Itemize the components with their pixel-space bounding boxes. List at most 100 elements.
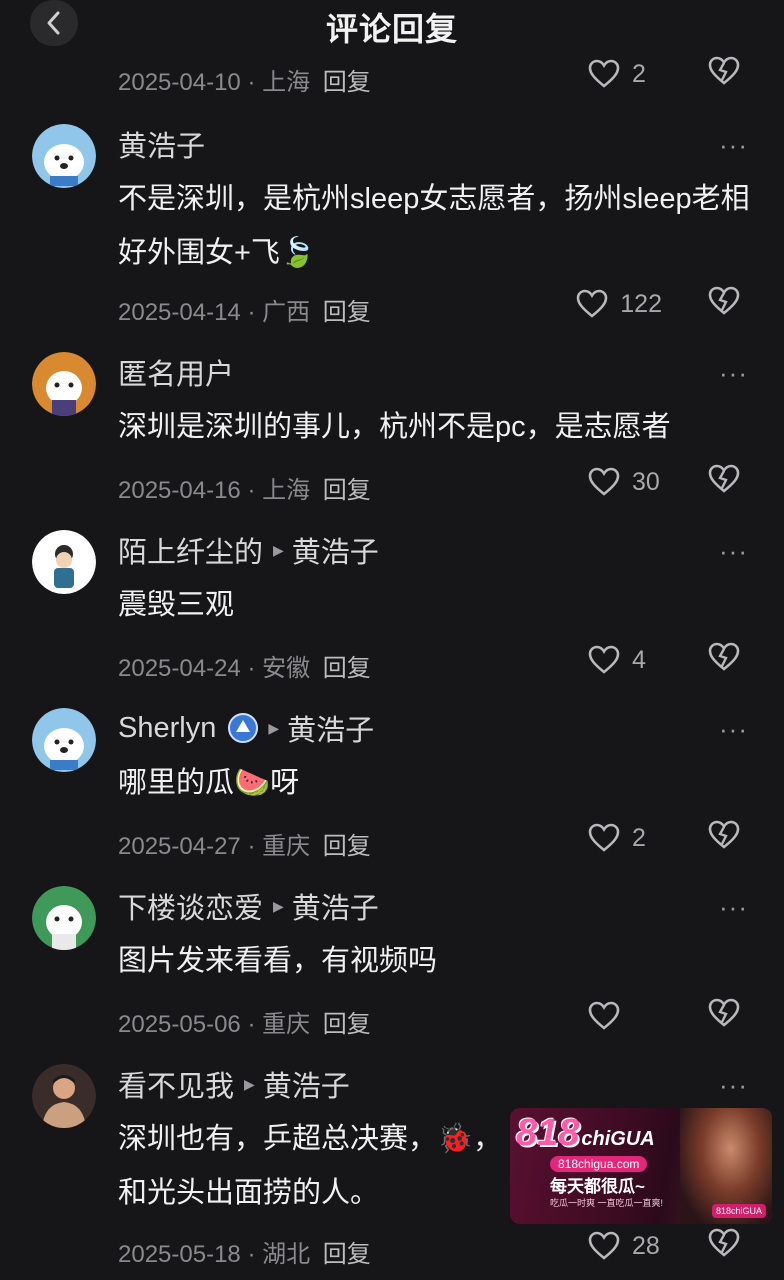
like-button[interactable]: 4	[588, 642, 662, 678]
heart-icon	[588, 823, 620, 852]
watermark-ad-banner[interactable]: 818 chiGUA 818chigua.com 每天都很瓜~ 吃瓜一时爽 一直吃…	[510, 1108, 772, 1224]
comment-item: 黄浩子 ··· 不是深圳，是杭州sleep女志愿者，扬州sleep老相好外围女+…	[0, 124, 784, 334]
more-options-button[interactable]: ···	[719, 1070, 748, 1101]
reply-target[interactable]: 黄浩子	[263, 1063, 350, 1105]
dislike-button[interactable]	[708, 286, 740, 321]
reply-arrow-icon: ▶	[268, 719, 280, 736]
username[interactable]: 看不见我	[118, 1063, 234, 1105]
comment-date: 2025-04-10	[118, 69, 241, 96]
like-count: 4	[632, 645, 646, 674]
reply-target[interactable]: 黄浩子	[292, 529, 379, 571]
page-title: 评论回复	[325, 11, 458, 47]
dislike-button[interactable]	[708, 820, 740, 855]
username[interactable]: 陌上纤尘的	[118, 529, 263, 571]
avatar[interactable]	[32, 530, 96, 594]
username[interactable]: Sherlyn	[118, 712, 216, 745]
dislike-button[interactable]	[708, 56, 740, 91]
avatar[interactable]	[32, 886, 96, 950]
username[interactable]: 匿名用户	[118, 351, 234, 393]
comment-location: 广西	[262, 299, 311, 326]
broken-heart-icon	[708, 286, 740, 315]
heart-icon	[588, 467, 620, 496]
separator-dot: ·	[247, 1011, 256, 1038]
separator-dot: ·	[247, 655, 256, 682]
reply-button[interactable]: 回复	[323, 69, 371, 96]
separator-dot: ·	[247, 299, 256, 326]
heart-icon	[588, 1231, 620, 1260]
comment-text-line: 深圳也有，乒超总决赛，🐞，	[118, 1123, 503, 1155]
comment-date: 2025-04-24	[118, 655, 241, 682]
avatar[interactable]	[32, 708, 96, 772]
dislike-button[interactable]	[708, 642, 740, 677]
broken-heart-icon	[708, 464, 740, 493]
separator-dot: ·	[247, 1241, 256, 1268]
avatar[interactable]	[32, 1064, 96, 1128]
comment-item: Sherlyn ▶ 黄浩子 ··· 哪里的瓜🍉呀 2025-04-27 · 重庆…	[0, 707, 784, 860]
ad-slogan: 每天都很瓜~	[550, 1177, 645, 1196]
like-button[interactable]: 28	[588, 1228, 662, 1264]
comment-date: 2025-04-27	[118, 833, 241, 860]
comment-item: 下楼谈恋爱 ▶ 黄浩子 ··· 图片发来看看，有视频吗 2025-05-06 ·…	[0, 885, 784, 1038]
comment-location: 重庆	[262, 1011, 311, 1038]
reply-button[interactable]: 回复	[323, 833, 371, 860]
heart-icon	[588, 1001, 620, 1030]
comment-item: 陌上纤尘的 ▶ 黄浩子 ··· 震毁三观 2025-04-24 · 安徽 回复 …	[0, 529, 784, 682]
more-options-button[interactable]: ···	[719, 892, 748, 923]
comment-date: 2025-05-18	[118, 1241, 241, 1268]
more-options-button[interactable]: ···	[719, 536, 748, 567]
reply-arrow-icon: ▶	[273, 897, 284, 914]
more-options-button[interactable]: ···	[719, 358, 748, 389]
username[interactable]: 下楼谈恋爱	[118, 885, 263, 927]
ad-logo: 818 chiGUA	[516, 1112, 655, 1154]
comment-location: 上海	[262, 477, 311, 504]
like-button[interactable]	[588, 998, 662, 1034]
header: 评论回复	[0, 0, 784, 48]
ad-subtext: 吃瓜一时爽 一直吃瓜一直爽!	[550, 1198, 664, 1208]
reply-button[interactable]: 回复	[323, 299, 371, 326]
heart-icon	[588, 645, 620, 674]
broken-heart-icon	[708, 56, 740, 85]
avatar[interactable]	[32, 352, 96, 416]
username[interactable]: 黄浩子	[118, 123, 205, 165]
more-options-button[interactable]: ···	[719, 714, 748, 745]
reply-target[interactable]: 黄浩子	[292, 885, 379, 927]
like-count: 2	[632, 59, 646, 88]
reply-button[interactable]: 回复	[323, 477, 371, 504]
comment-text-line: 和光头出面捞的人。	[118, 1177, 380, 1209]
separator-dot: ·	[247, 477, 256, 504]
comment-item: 匿名用户 ··· 深圳是深圳的事儿，杭州不是pc，是志愿者 2025-04-16…	[0, 351, 784, 504]
dislike-button[interactable]	[708, 998, 740, 1033]
separator-dot: ·	[247, 833, 256, 860]
heart-icon	[588, 59, 620, 88]
comment-date: 2025-04-14	[118, 299, 241, 326]
like-count: 2	[632, 823, 646, 852]
top-meta-row: 2025-04-10 · 上海 回复 2	[118, 54, 784, 96]
like-button[interactable]: 2	[588, 56, 662, 92]
like-button[interactable]: 30	[588, 464, 662, 500]
verified-badge-icon	[228, 713, 259, 743]
comment-location: 湖北	[262, 1241, 311, 1268]
ad-tag: 818chiGUA	[711, 1204, 766, 1218]
reply-arrow-icon: ▶	[244, 1075, 255, 1092]
comment-location: 安徽	[262, 655, 311, 682]
like-button[interactable]: 2	[588, 820, 662, 856]
more-options-button[interactable]: ···	[719, 130, 748, 161]
dislike-button[interactable]	[708, 1228, 740, 1263]
comment-date: 2025-05-06	[118, 1011, 241, 1038]
heart-icon	[576, 289, 608, 318]
broken-heart-icon	[708, 820, 740, 849]
reply-target[interactable]: 黄浩子	[287, 707, 374, 749]
reply-button[interactable]: 回复	[323, 1241, 371, 1268]
dislike-button[interactable]	[708, 464, 740, 499]
like-count: 28	[632, 1231, 660, 1260]
like-button[interactable]: 122	[576, 286, 662, 322]
reply-button[interactable]: 回复	[323, 655, 371, 682]
comment-location: 重庆	[262, 833, 311, 860]
reply-arrow-icon: ▶	[273, 541, 284, 558]
broken-heart-icon	[708, 642, 740, 671]
ad-url: 818chigua.com	[550, 1156, 648, 1172]
reply-button[interactable]: 回复	[323, 1011, 371, 1038]
broken-heart-icon	[708, 1228, 740, 1257]
avatar[interactable]	[32, 124, 96, 188]
like-count: 30	[632, 467, 660, 496]
